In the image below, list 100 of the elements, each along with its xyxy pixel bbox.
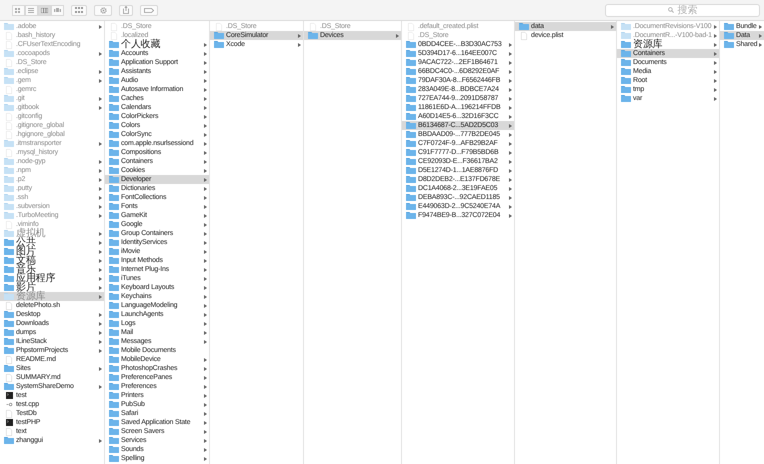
document-icon xyxy=(216,22,222,30)
folder-item[interactable]: 音乐 xyxy=(0,265,104,274)
folder-icon xyxy=(109,455,119,462)
folder-icon xyxy=(109,293,119,300)
expand-arrow-icon xyxy=(99,366,102,370)
share-button[interactable] xyxy=(119,4,133,16)
folder-icon xyxy=(109,104,119,111)
expand-arrow-icon xyxy=(204,412,207,416)
folder-icon xyxy=(4,266,14,273)
expand-arrow-icon xyxy=(99,204,102,208)
folder-icon xyxy=(4,284,14,291)
folder-icon xyxy=(4,104,14,111)
expand-arrow-icon xyxy=(204,42,207,46)
folder-icon xyxy=(214,32,224,39)
view-mode-button[interactable] xyxy=(12,4,25,16)
expand-arrow-icon xyxy=(714,34,717,38)
tag-button[interactable] xyxy=(140,4,158,16)
folder-icon xyxy=(406,149,416,156)
action-button[interactable] xyxy=(94,4,112,16)
expand-arrow-icon xyxy=(204,286,207,290)
folder-icon xyxy=(406,68,416,75)
expand-arrow-icon xyxy=(99,330,102,334)
expand-arrow-icon xyxy=(204,232,207,236)
expand-arrow-icon xyxy=(99,160,102,164)
folder-icon xyxy=(109,176,119,183)
folder-icon xyxy=(621,59,631,66)
view-mode-button[interactable] xyxy=(25,4,38,16)
document-icon xyxy=(6,86,12,94)
folder-item[interactable]: 应用程序 xyxy=(0,274,104,283)
folder-icon xyxy=(724,32,734,39)
folder-item[interactable]: 影片 xyxy=(0,283,104,292)
expand-arrow-icon xyxy=(509,204,512,208)
expand-arrow-icon xyxy=(204,78,207,82)
expand-arrow-icon xyxy=(99,70,102,74)
expand-arrow-icon xyxy=(99,340,102,344)
folder-icon xyxy=(406,104,416,111)
folder-icon xyxy=(4,257,14,264)
document-icon xyxy=(521,32,527,40)
folder-icon xyxy=(4,167,14,174)
expand-arrow-icon xyxy=(204,384,207,388)
expand-arrow-icon xyxy=(714,96,717,100)
folder-icon xyxy=(406,50,416,57)
folder-icon xyxy=(406,185,416,192)
folder-icon xyxy=(406,158,416,165)
expand-arrow-icon xyxy=(204,96,207,100)
folder-icon xyxy=(109,320,119,327)
folder-item[interactable]: 个人收藏 xyxy=(105,40,209,49)
folder-icon xyxy=(4,68,14,75)
folder-icon xyxy=(109,149,119,156)
view-mode-button[interactable] xyxy=(51,4,64,16)
folder-icon xyxy=(109,203,119,210)
folder-icon xyxy=(4,311,14,318)
folder-icon xyxy=(214,41,224,48)
folder-item[interactable]: 文稿 xyxy=(0,256,104,265)
folder-icon xyxy=(406,77,416,84)
folder-icon xyxy=(109,77,119,84)
folder-icon xyxy=(109,338,119,345)
expand-arrow-icon xyxy=(204,376,207,380)
expand-arrow-icon xyxy=(509,160,512,164)
expand-arrow-icon xyxy=(204,250,207,254)
expand-arrow-icon xyxy=(99,348,102,352)
gear-icon xyxy=(100,6,106,14)
view-mode-button[interactable] xyxy=(38,4,51,16)
arrange-button[interactable] xyxy=(71,4,87,16)
folder-icon xyxy=(4,338,14,345)
expand-arrow-icon xyxy=(204,60,207,64)
expand-arrow-icon xyxy=(99,178,102,182)
folder-icon xyxy=(109,95,119,102)
search-icon xyxy=(668,6,674,12)
expand-arrow-icon xyxy=(204,402,207,406)
expand-arrow-icon xyxy=(714,60,717,64)
expand-arrow-icon xyxy=(204,70,207,74)
folder-icon xyxy=(4,230,14,237)
expand-arrow-icon xyxy=(204,438,207,442)
expand-arrow-icon xyxy=(714,42,717,46)
folder-item[interactable]: 图片 xyxy=(0,247,104,256)
expand-arrow-icon xyxy=(509,96,512,100)
folder-icon xyxy=(406,140,416,147)
folder-icon xyxy=(109,41,119,48)
expand-arrow-icon xyxy=(759,42,762,46)
expand-arrow-icon xyxy=(204,340,207,344)
expand-arrow-icon xyxy=(204,222,207,226)
expand-arrow-icon xyxy=(509,60,512,64)
expand-arrow-icon xyxy=(509,168,512,172)
search-field[interactable]: 搜索 xyxy=(605,4,760,16)
expand-arrow-icon xyxy=(204,358,207,362)
folder-item[interactable]: 公共 xyxy=(0,238,104,247)
expand-arrow-icon xyxy=(204,322,207,326)
folder-item[interactable]: 资源库 xyxy=(617,40,719,49)
expand-arrow-icon xyxy=(396,34,399,38)
folder-icon xyxy=(724,41,734,48)
expand-arrow-icon xyxy=(99,276,102,280)
expand-arrow-icon xyxy=(509,196,512,200)
folder-icon xyxy=(4,275,14,282)
folder-icon xyxy=(109,59,119,66)
folder-icon xyxy=(406,122,416,129)
expand-arrow-icon xyxy=(204,178,207,182)
expand-arrow-icon xyxy=(204,160,207,164)
folder-icon xyxy=(109,122,119,129)
column-view-icon xyxy=(41,8,48,12)
